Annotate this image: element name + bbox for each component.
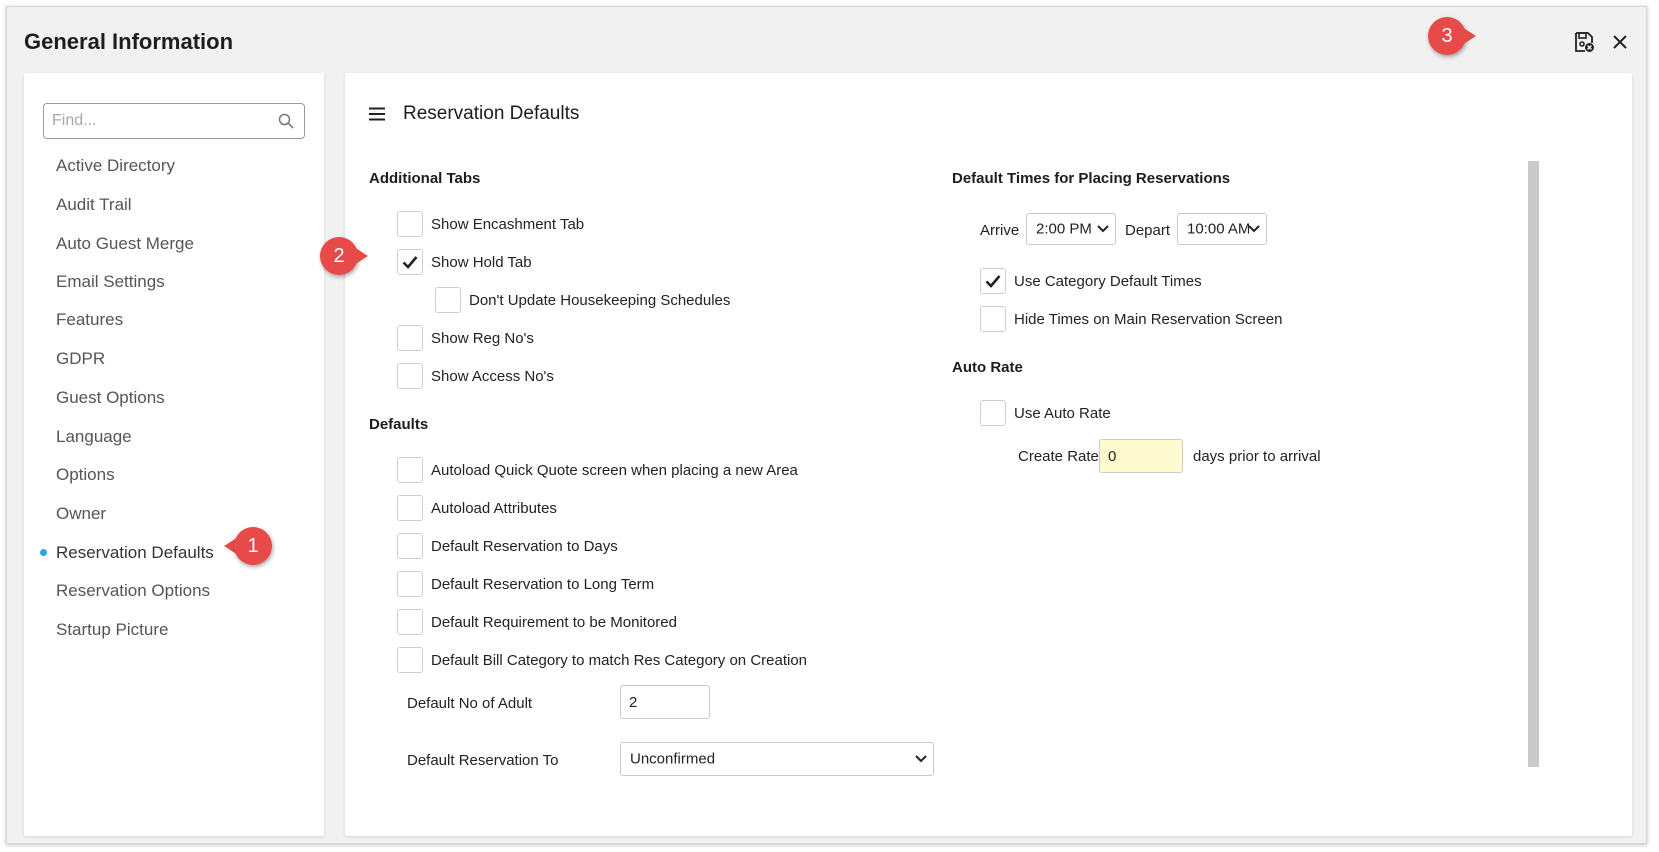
sidebar-item-audit-trail[interactable]: Audit Trail xyxy=(56,195,132,215)
sidebar-item-startup-picture[interactable]: Startup Picture xyxy=(56,620,168,640)
show-hold-tab-checkbox[interactable] xyxy=(397,249,423,275)
close-button[interactable] xyxy=(1605,27,1635,57)
hamburger-menu-icon[interactable] xyxy=(369,107,385,121)
section-additional-tabs: Additional Tabs xyxy=(369,170,481,187)
callout-number: 1 xyxy=(234,527,272,565)
sidebar-item-language[interactable]: Language xyxy=(56,427,132,447)
checkmark-icon xyxy=(985,275,1001,288)
find-search-box[interactable] xyxy=(43,103,305,139)
create-rate-label: Create Rate xyxy=(1018,448,1099,465)
section-defaults: Defaults xyxy=(369,416,429,433)
hide-times-main-screen-checkbox[interactable] xyxy=(980,306,1006,332)
checkbox-label: Show Reg No's xyxy=(431,330,534,347)
section-auto-rate: Auto Rate xyxy=(952,359,1023,376)
checkbox-label: Default Bill Category to match Res Categ… xyxy=(431,652,808,669)
save-disk-icon xyxy=(1575,32,1594,52)
dont-update-housekeeping-checkbox[interactable] xyxy=(435,287,461,313)
arrive-label: Arrive xyxy=(980,222,1020,239)
sidebar-item-email-settings[interactable]: Email Settings xyxy=(56,272,165,292)
show-reg-nos-checkbox[interactable] xyxy=(397,325,423,351)
chevron-down-icon xyxy=(1248,225,1260,233)
default-no-of-adult-label: Default No of Adult xyxy=(407,695,533,712)
checkbox-label: Autoload Attributes xyxy=(431,500,557,517)
select-value: 10:00 AM xyxy=(1187,220,1249,238)
default-reservation-long-term-checkbox[interactable] xyxy=(397,571,423,597)
checkmark-icon xyxy=(402,256,418,269)
checkbox-label: Autoload Quick Quote screen when placing… xyxy=(431,462,798,479)
chevron-down-icon xyxy=(915,755,927,763)
create-rate-input[interactable] xyxy=(1099,439,1183,473)
default-reservation-to-select[interactable]: Unconfirmed xyxy=(620,742,934,776)
arrive-time-select[interactable]: 2:00 PM xyxy=(1026,213,1116,245)
callout-number: 3 xyxy=(1428,17,1466,55)
sidebar-item-reservation-defaults[interactable]: Reservation Defaults xyxy=(56,543,214,563)
default-bill-category-checkbox[interactable] xyxy=(397,647,423,673)
reservation-defaults-panel: Reservation Defaults Additional Tabs Sho… xyxy=(345,73,1632,836)
default-reservation-days-checkbox[interactable] xyxy=(397,533,423,559)
callout-badge-3: 3 xyxy=(1428,17,1476,55)
sidebar-item-active-directory[interactable]: Active Directory xyxy=(56,156,175,176)
select-value: 2:00 PM xyxy=(1036,220,1092,238)
section-default-times: Default Times for Placing Reservations xyxy=(952,170,1231,187)
select-value: Unconfirmed xyxy=(630,750,716,768)
autoload-quick-quote-checkbox[interactable] xyxy=(397,457,423,483)
use-auto-rate-checkbox[interactable] xyxy=(980,400,1006,426)
settings-sidebar: Active Directory Audit Trail Auto Guest … xyxy=(24,73,324,836)
sidebar-item-owner[interactable]: Owner xyxy=(56,504,106,524)
depart-time-select[interactable]: 10:00 AM xyxy=(1177,213,1267,245)
find-input[interactable] xyxy=(50,104,270,138)
default-requirement-monitored-checkbox[interactable] xyxy=(397,609,423,635)
checkbox-label: Default Reservation to Days xyxy=(431,538,618,555)
window-title: General Information xyxy=(24,29,234,54)
callout-number: 2 xyxy=(320,237,358,275)
callout-badge-2: 2 xyxy=(320,237,368,275)
general-information-window: General Information Active Directory Aud… xyxy=(6,6,1647,844)
search-icon[interactable] xyxy=(278,113,294,129)
sidebar-item-options[interactable]: Options xyxy=(56,465,115,485)
close-icon xyxy=(1613,35,1627,49)
checkbox-label: Default Requirement to be Monitored xyxy=(431,614,677,631)
vertical-scrollbar[interactable] xyxy=(1528,161,1539,767)
default-no-of-adult-input[interactable] xyxy=(620,685,710,719)
show-access-nos-checkbox[interactable] xyxy=(397,363,423,389)
checkbox-label: Don't Update Housekeeping Schedules xyxy=(469,292,731,309)
callout-tail xyxy=(1462,27,1476,45)
callout-badge-1: 1 xyxy=(224,527,272,565)
use-category-default-times-checkbox[interactable] xyxy=(980,268,1006,294)
active-indicator-dot xyxy=(40,549,47,556)
sidebar-item-auto-guest-merge[interactable]: Auto Guest Merge xyxy=(56,234,194,254)
checkbox-label: Default Reservation to Long Term xyxy=(431,576,655,593)
checkbox-label: Show Access No's xyxy=(431,368,554,385)
checkbox-label: Use Auto Rate xyxy=(1014,405,1111,422)
depart-label: Depart xyxy=(1125,222,1171,239)
checkbox-label: Show Encashment Tab xyxy=(431,216,585,233)
checkbox-label: Hide Times on Main Reservation Screen xyxy=(1014,311,1283,328)
callout-tail xyxy=(354,247,368,265)
default-reservation-to-label: Default Reservation To xyxy=(407,752,559,769)
show-encashment-tab-checkbox[interactable] xyxy=(397,211,423,237)
sidebar-item-features[interactable]: Features xyxy=(56,310,123,330)
autoload-attributes-checkbox[interactable] xyxy=(397,495,423,521)
chevron-down-icon xyxy=(1097,225,1109,233)
sidebar-item-reservation-options[interactable]: Reservation Options xyxy=(56,581,210,601)
save-button[interactable] xyxy=(1569,27,1599,57)
checkbox-label: Use Category Default Times xyxy=(1014,273,1202,290)
page-title: Reservation Defaults xyxy=(403,103,580,124)
checkbox-label: Show Hold Tab xyxy=(431,254,532,271)
create-rate-suffix: days prior to arrival xyxy=(1193,448,1321,465)
sidebar-item-gdpr[interactable]: GDPR xyxy=(56,349,105,369)
sidebar-item-guest-options[interactable]: Guest Options xyxy=(56,388,165,408)
